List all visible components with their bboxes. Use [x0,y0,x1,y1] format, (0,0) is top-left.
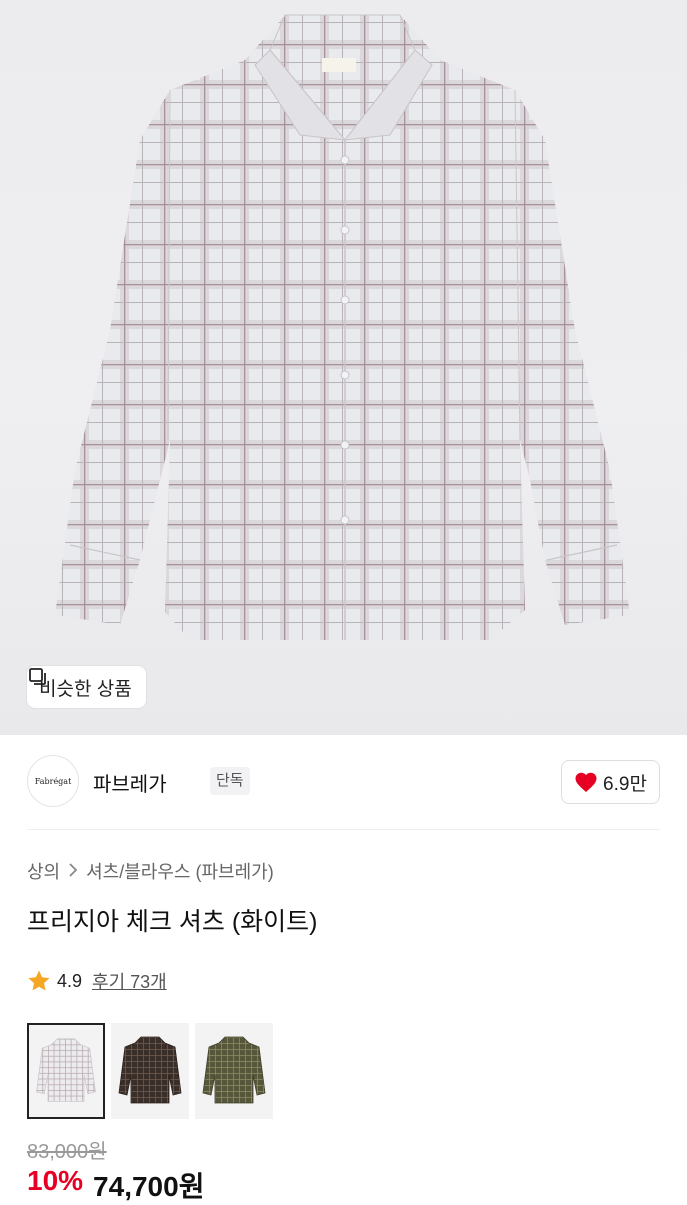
brand-logo[interactable]: Fabrégat [27,755,79,807]
reviews-link[interactable]: 후기 73개 [92,968,167,994]
like-count: 6.9만 [603,773,647,795]
color-option-white[interactable] [27,1023,105,1119]
product-image[interactable]: 비슷한 상품 [0,0,687,735]
white-shirt-thumbnail [36,1038,96,1102]
color-option-brown[interactable] [111,1023,189,1119]
product-title: 프리지아 체크 셔츠 (화이트) [27,908,318,936]
copy-icon [29,668,46,685]
star-icon [28,970,50,991]
brand-row: Fabrégat 파브레가 단독 6.9만 [27,755,660,807]
brown-shirt-thumbnail [118,1036,182,1104]
rating-row: 4.9 후기 73개 [27,968,167,994]
price-row: 10% 74,700원 [27,1165,204,1205]
brand-logo-text: Fabrégat [34,776,72,786]
heart-icon [575,772,597,792]
similar-products-button[interactable]: 비슷한 상품 [27,666,146,708]
breadcrumb: 상의 셔츠/블라우스 (파브레가) [27,858,274,884]
color-option-olive[interactable] [195,1023,273,1119]
divider [27,829,660,830]
color-options [27,1023,279,1119]
shirt-illustration [55,14,630,640]
discount-rate: 10% [27,1165,84,1196]
sale-price: 74,700원 [93,1171,205,1202]
chevron-right-icon [68,861,78,882]
rating-score: 4.9 [57,970,83,991]
breadcrumb-item-top[interactable]: 상의 [27,858,60,884]
original-price: 83,000원 [27,1141,107,1163]
breadcrumb-item-shirts[interactable]: 셔츠/블라우스 (파브레가) [86,858,274,884]
like-button[interactable]: 6.9만 [561,760,660,804]
exclusive-badge: 단독 [210,767,250,795]
brand-name[interactable]: 파브레가 [93,768,167,797]
similar-products-label: 비슷한 상품 [39,678,132,700]
olive-shirt-thumbnail [202,1036,266,1104]
